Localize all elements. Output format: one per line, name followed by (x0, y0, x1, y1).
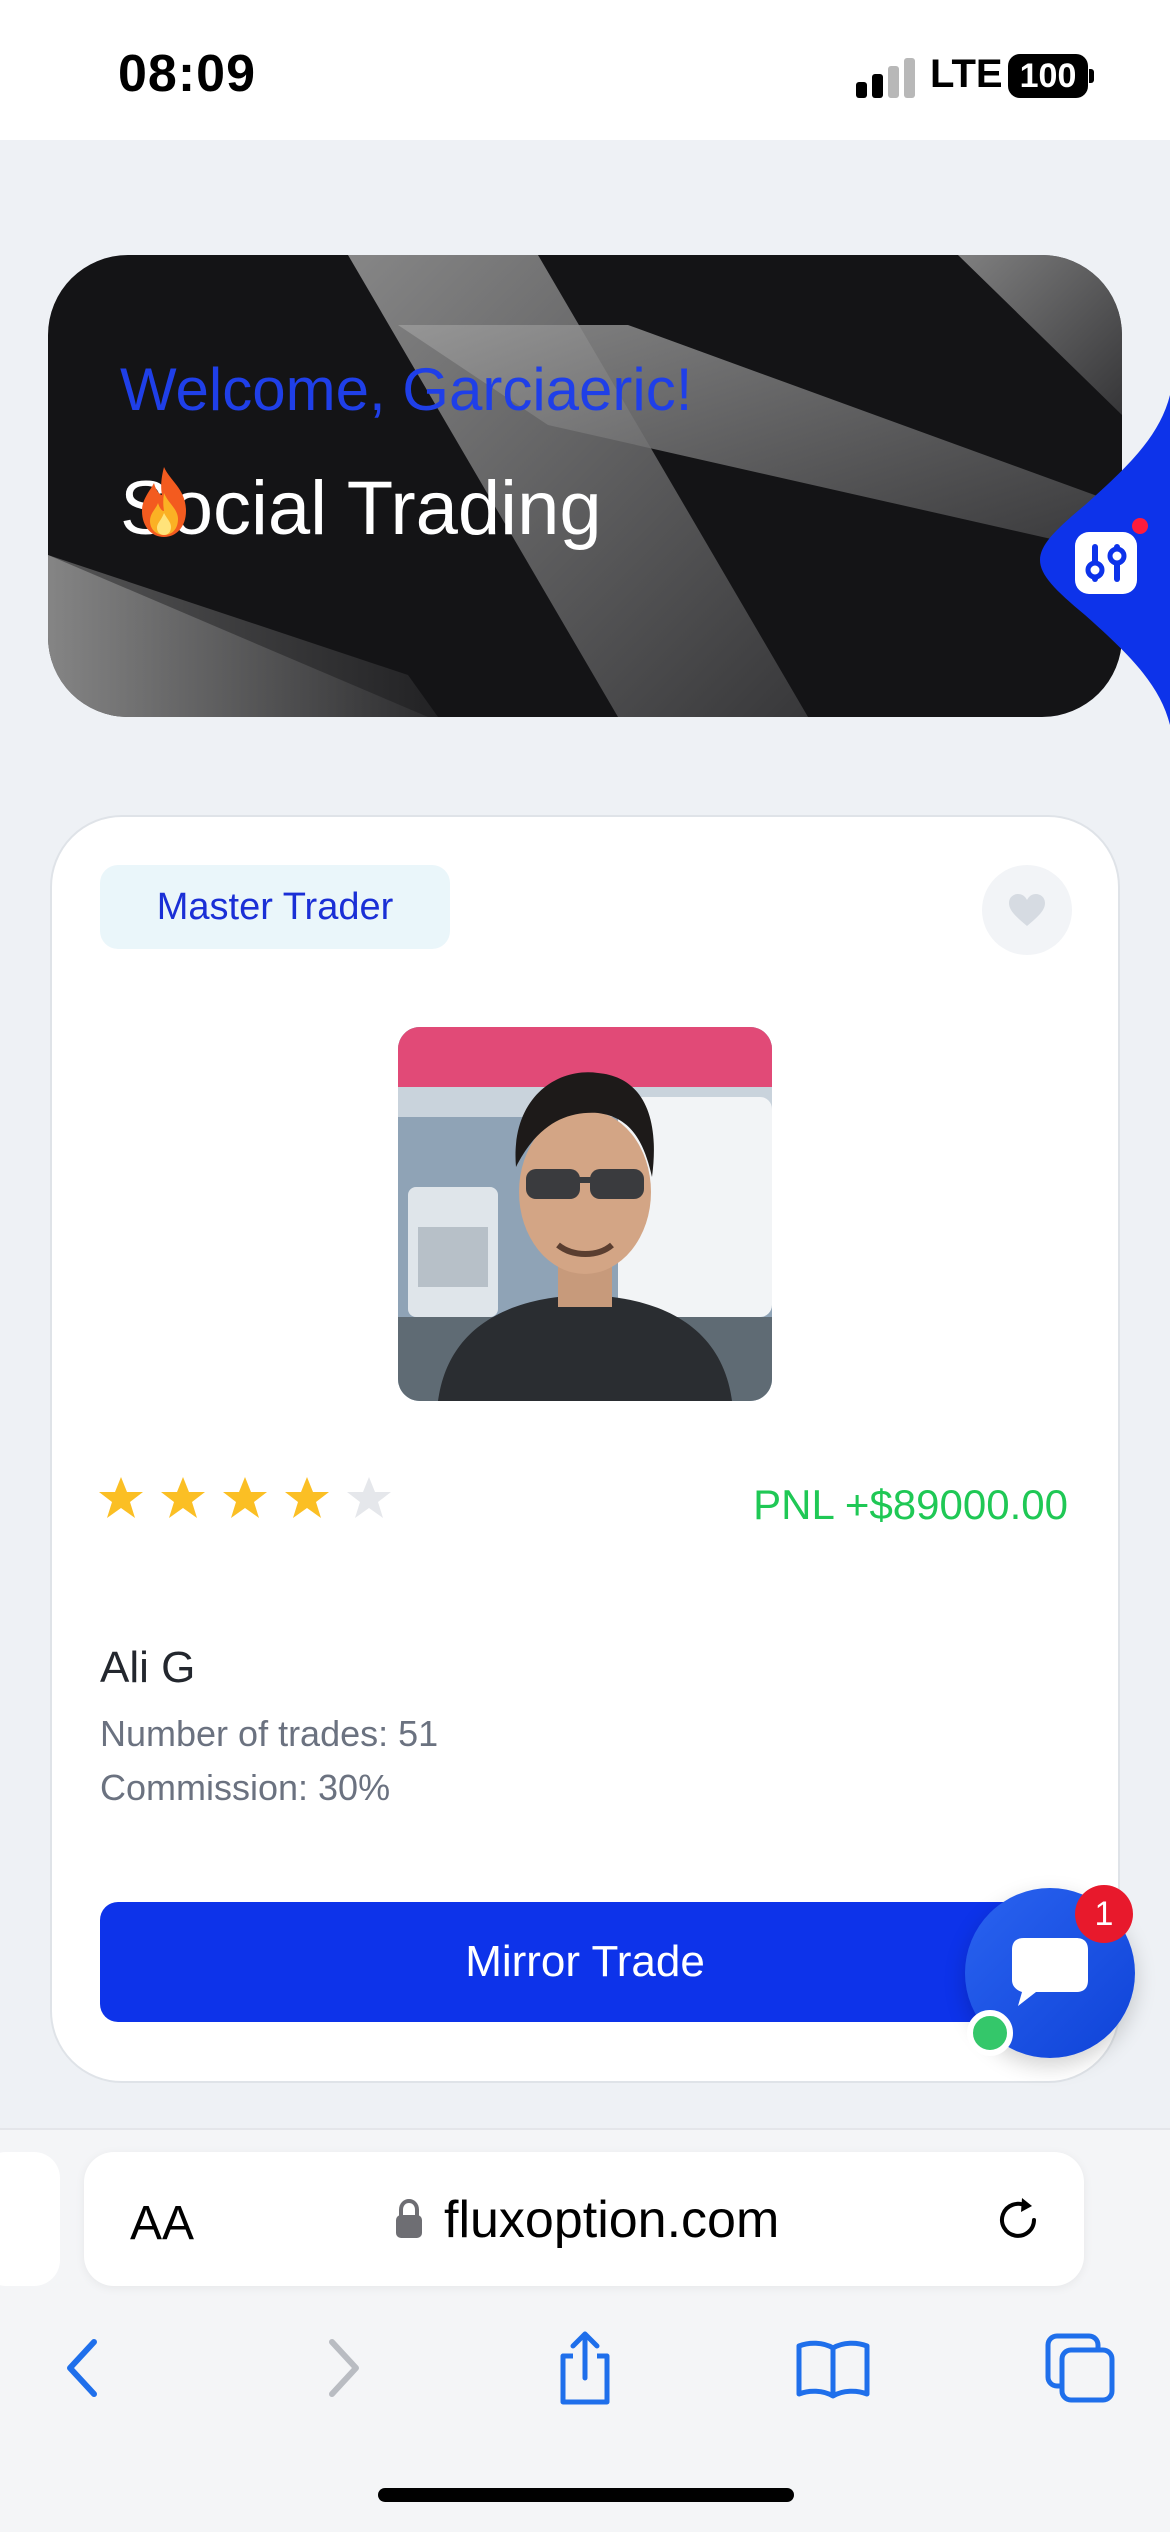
star-filled-icon (285, 1477, 329, 1518)
trader-name: Ali G (100, 1643, 196, 1692)
cellular-signal-icon (856, 58, 918, 98)
home-indicator (378, 2488, 794, 2502)
star-filled-icon (161, 1477, 205, 1518)
trade-count: Number of trades: 51 (100, 1713, 439, 1754)
star-filled-icon (99, 1477, 143, 1518)
battery-tip (1089, 69, 1094, 83)
settings-sliders-icon[interactable] (1075, 532, 1137, 594)
favorite-button[interactable] (982, 865, 1072, 955)
previous-tab-peek[interactable] (0, 2152, 60, 2286)
network-type: LTE (930, 52, 1003, 96)
heart-icon (1009, 894, 1045, 926)
forward-icon[interactable] (300, 2328, 380, 2408)
trader-card: Master Trader PNL +$89000.00 Ali G Numbe… (50, 815, 1120, 2083)
reload-icon[interactable] (990, 2192, 1046, 2248)
trader-avatar (398, 1027, 772, 1401)
chat-bubble-icon (1012, 1938, 1088, 2006)
lock-icon (396, 2198, 422, 2238)
hero-banner: Welcome, Garciaeric! Social Trading (48, 255, 1122, 717)
back-icon[interactable] (46, 2328, 126, 2408)
browser-toolbar: AA fluxoption.com (0, 2128, 1170, 2532)
tabs-icon[interactable] (1040, 2328, 1120, 2408)
chat-unread-badge: 1 (1075, 1885, 1133, 1943)
battery-icon: 100 (1008, 54, 1088, 98)
status-bar: 08:09 LTE 100 (0, 0, 1170, 140)
url-text: fluxoption.com (444, 2191, 780, 2249)
master-trader-badge: Master Trader (100, 865, 450, 949)
battery-level: 100 (1019, 57, 1077, 95)
status-time: 08:09 (118, 45, 256, 103)
reader-settings-button[interactable]: AA (130, 2196, 194, 2251)
commission-rate: Commission: 30% (100, 1767, 391, 1808)
notification-dot (1132, 518, 1148, 534)
screen: 08:09 LTE 100 Welcome, Garciaeric! Socia… (0, 0, 1170, 2532)
bookmarks-icon[interactable] (793, 2328, 873, 2408)
fire-icon (142, 467, 186, 537)
reader-settings-label: AA (130, 2197, 195, 2250)
share-icon[interactable] (545, 2328, 625, 2408)
address-bar[interactable]: AA fluxoption.com (84, 2152, 1084, 2286)
welcome-message: Welcome, Garciaeric! (120, 356, 693, 423)
online-status-dot (967, 2010, 1013, 2056)
star-empty-icon (347, 1477, 391, 1518)
page-title: Social Trading (120, 465, 602, 552)
pnl-value: PNL +$89000.00 (753, 1481, 1068, 1528)
star-filled-icon (223, 1477, 267, 1518)
mirror-trade-button[interactable]: Mirror Trade (100, 1902, 1070, 2022)
